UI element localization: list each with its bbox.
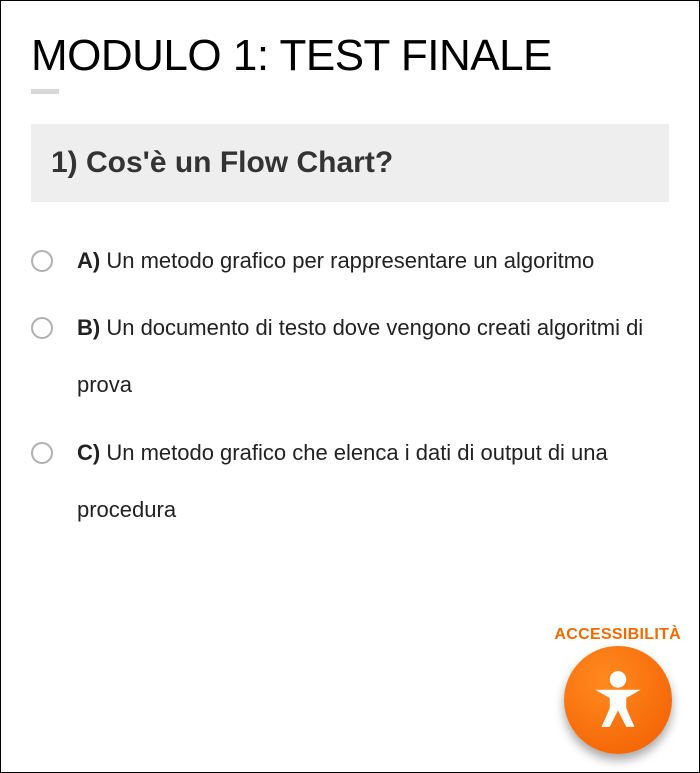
option-c-body: Un metodo grafico che elenca i dati di o… [77,440,608,522]
option-b-text: B) Un documento di testo dove vengono cr… [77,299,669,413]
option-b[interactable]: B) Un documento di testo dove vengono cr… [31,299,669,413]
option-c-letter: C) [77,440,100,465]
option-a-text: A) Un metodo grafico per rappresentare u… [77,232,669,289]
radio-a[interactable] [31,250,53,272]
option-a-body: Un metodo grafico per rappresentare un a… [100,248,594,273]
accessibility-widget: ACCESSIBILITÀ [554,626,681,754]
page-title: MODULO 1: TEST FINALE [31,31,669,81]
person-icon [585,667,651,733]
radio-b[interactable] [31,317,53,339]
radio-c[interactable] [31,442,53,464]
option-c[interactable]: C) Un metodo grafico che elenca i dati d… [31,424,669,538]
accessibility-button[interactable] [564,646,672,754]
option-b-letter: B) [77,315,100,340]
option-c-text: C) Un metodo grafico che elenca i dati d… [77,424,669,538]
option-b-body: Un documento di testo dove vengono creat… [77,315,643,397]
question-prompt: 1) Cos'è un Flow Chart? [31,124,669,202]
option-a-letter: A) [77,248,100,273]
option-a[interactable]: A) Un metodo grafico per rappresentare u… [31,232,669,289]
accessibility-label: ACCESSIBILITÀ [554,626,681,644]
title-underline [31,89,59,94]
